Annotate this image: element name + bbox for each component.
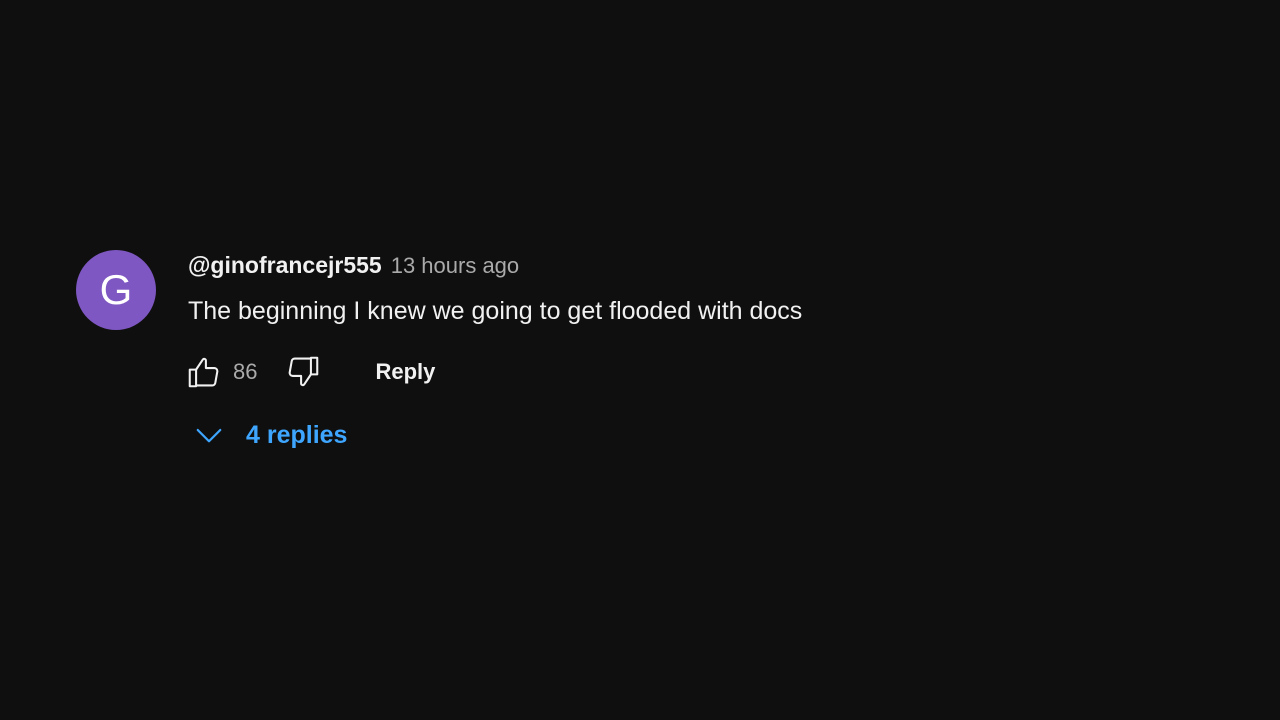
- comment-timestamp[interactable]: 13 hours ago: [391, 253, 519, 279]
- comment-text: The beginning I knew we going to get flo…: [188, 297, 803, 325]
- dislike-button[interactable]: [283, 352, 323, 392]
- comment-thread: G @ginofrancejr555 13 hours ago The begi…: [76, 250, 802, 450]
- replies-count-label: 4 replies: [246, 420, 348, 449]
- avatar-initial: G: [99, 266, 133, 313]
- comment-header: @ginofrancejr555 13 hours ago: [188, 252, 802, 284]
- chevron-down-icon: [196, 428, 222, 443]
- thumbs-down-icon: [289, 356, 319, 387]
- like-button[interactable]: [184, 352, 224, 392]
- comment-actions: 86 Reply: [184, 352, 802, 392]
- like-count: 86: [233, 359, 258, 384]
- view-replies-button[interactable]: 4 replies: [194, 420, 802, 450]
- avatar[interactable]: G: [76, 250, 156, 330]
- reply-button[interactable]: Reply: [375, 359, 435, 385]
- thumbs-up-icon: [188, 357, 219, 388]
- comments-section: G @ginofrancejr555 13 hours ago The begi…: [0, 0, 1280, 720]
- comment-author[interactable]: @ginofrancejr555: [188, 252, 382, 279]
- comment-body: @ginofrancejr555 13 hours ago The beginn…: [188, 252, 802, 450]
